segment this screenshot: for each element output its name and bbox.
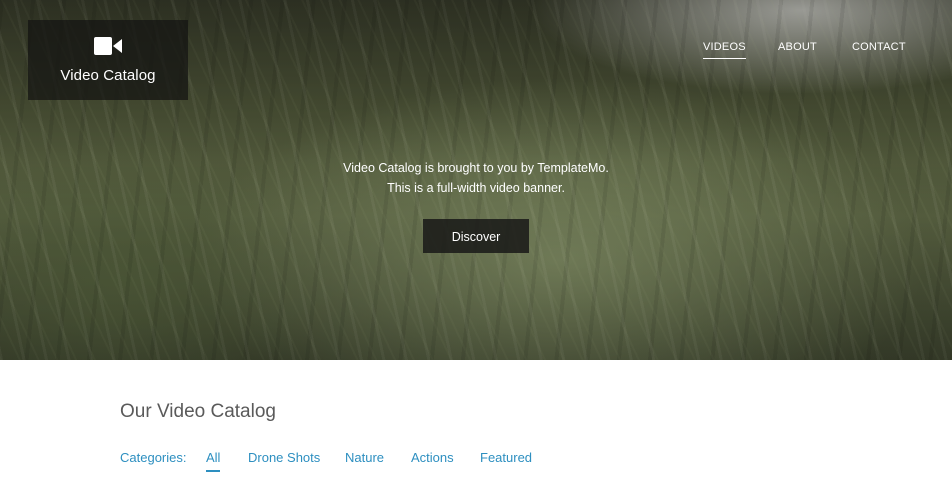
category-drone-shots[interactable]: Drone Shots xyxy=(248,450,320,465)
category-actions[interactable]: Actions xyxy=(411,450,454,465)
category-featured[interactable]: Featured xyxy=(480,450,532,465)
brand-logo[interactable]: Video Catalog xyxy=(28,20,188,100)
hero-line-1: Video Catalog is brought to you by Templ… xyxy=(343,161,609,175)
nav-item-about[interactable]: ABOUT xyxy=(778,41,817,53)
discover-button[interactable]: Discover xyxy=(423,219,529,253)
hero-banner: Video Catalog VIDEOS ABOUT CONTACT Video… xyxy=(0,0,952,360)
category-nature[interactable]: Nature xyxy=(345,450,384,465)
hero-line-2: This is a full-width video banner. xyxy=(387,181,565,195)
categories-label: Categories: xyxy=(120,450,187,465)
nav-item-videos[interactable]: VIDEOS xyxy=(703,41,746,59)
brand-title: Video Catalog xyxy=(60,67,156,84)
video-camera-icon xyxy=(94,37,122,55)
section-title: Our Video Catalog xyxy=(120,401,276,422)
nav-item-contact[interactable]: CONTACT xyxy=(852,41,906,53)
hero-text: Video Catalog is brought to you by Templ… xyxy=(0,158,952,198)
category-all[interactable]: All xyxy=(206,450,221,472)
